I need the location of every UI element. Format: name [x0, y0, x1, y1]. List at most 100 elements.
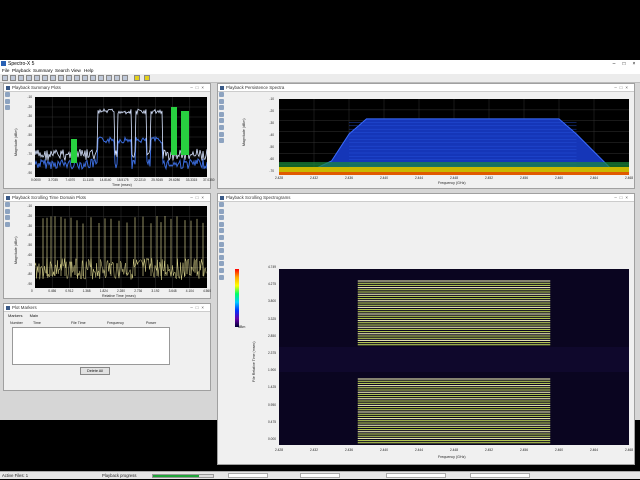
x-axis-label: Relative Time (msec): [102, 294, 136, 298]
spectrogram-plot-area[interactable]: [279, 269, 629, 445]
burst-marker: [181, 111, 189, 155]
panel-window-buttons[interactable]: –□×: [614, 195, 631, 200]
close-button[interactable]: ×: [628, 60, 640, 68]
x-tick-label: 22.2210: [134, 178, 146, 182]
x-tick-label: 2.448: [450, 448, 458, 452]
tool-icon[interactable]: [5, 92, 10, 97]
y-tick-label: 2.375: [268, 351, 276, 355]
column-time[interactable]: Time: [33, 321, 41, 325]
panel-window-buttons[interactable]: –□×: [614, 85, 631, 90]
delete-all-button[interactable]: Delete All: [80, 367, 110, 375]
x-tick-label: 14.8140: [99, 178, 112, 182]
tool-icon[interactable]: [219, 274, 224, 280]
step-back-icon[interactable]: [34, 75, 40, 81]
spectrogram-panel: Playback Scrolling Spectrograms –□× dBm …: [217, 193, 635, 465]
panel-window-buttons[interactable]: –□×: [190, 85, 207, 90]
progress-label: Playback progress: [102, 473, 137, 478]
y-tick-label: 1.425: [268, 385, 276, 390]
tool-icon[interactable]: [219, 92, 224, 97]
panel-icon: [6, 195, 10, 200]
tool-icon[interactable]: [219, 267, 224, 273]
application-window: Spectro-X 5 – □ × File Playback Summary …: [0, 60, 640, 479]
tool-icon[interactable]: [5, 202, 10, 207]
x-tick-label: 25.9245: [151, 178, 163, 182]
status-bar: Active Files: 1 Playback progress: [0, 471, 640, 479]
rewind-icon[interactable]: [58, 75, 64, 81]
column-file-time[interactable]: File Time: [71, 321, 86, 325]
panel-window-buttons[interactable]: –□×: [190, 305, 207, 310]
tool-icon[interactable]: [5, 221, 10, 227]
zoom-icon[interactable]: [82, 75, 88, 81]
tab-markers[interactable]: Markers: [8, 313, 22, 318]
tool-icon[interactable]: [219, 261, 224, 267]
y-tick-label: -50: [269, 145, 274, 149]
burst-marker: [171, 107, 177, 155]
noise-floor-green: [279, 162, 629, 167]
layout-icon[interactable]: [90, 75, 96, 81]
grid-icon[interactable]: [98, 75, 104, 81]
hazard-icon[interactable]: [134, 75, 140, 81]
print-icon[interactable]: [122, 75, 128, 81]
play-icon[interactable]: [10, 75, 16, 81]
tool-icon[interactable]: [219, 111, 224, 117]
persistence-plot-area[interactable]: [279, 99, 629, 175]
tool-icon[interactable]: [219, 118, 224, 124]
tool-icon[interactable]: [219, 208, 224, 214]
speed-icon[interactable]: [50, 75, 56, 81]
tool-icon[interactable]: [219, 124, 224, 130]
y-tick-label: -70: [269, 169, 274, 173]
tool-icon[interactable]: [219, 105, 224, 111]
title-bar: Spectro-X 5 – □ ×: [0, 60, 640, 68]
tool-icon[interactable]: [219, 202, 224, 207]
stop-icon[interactable]: [18, 75, 24, 81]
settings-icon[interactable]: [106, 75, 112, 81]
x-tick-label: 2.440: [380, 448, 388, 452]
panel-title: Playback Scrolling Spectrograms: [226, 195, 291, 200]
panel-window-buttons[interactable]: –□×: [190, 195, 207, 200]
tool-icon[interactable]: [5, 105, 10, 111]
y-ticks: 4.749 4.275 3.800 3.325 2.850 2.375 1.900 1.425…: [266, 265, 278, 441]
y-tick-label: -80: [27, 161, 32, 166]
forward-icon[interactable]: [66, 75, 72, 81]
marker-table[interactable]: [12, 327, 170, 365]
x-tick-label: 2.448: [450, 176, 458, 180]
time-domain-plot-area[interactable]: [35, 206, 207, 288]
tool-icon[interactable]: [219, 241, 224, 247]
radiation-icon[interactable]: [144, 75, 150, 81]
column-power[interactable]: Power: [146, 321, 156, 325]
open-file-icon[interactable]: [2, 75, 8, 81]
tool-icon[interactable]: [219, 131, 224, 137]
playback-progress-bar: [152, 473, 214, 478]
pause-icon[interactable]: [26, 75, 32, 81]
marker-icon[interactable]: [74, 75, 80, 81]
tool-icon[interactable]: [5, 215, 10, 221]
tool-icon[interactable]: [219, 248, 224, 254]
x-tick-label: 2.468: [625, 176, 633, 180]
tool-icon[interactable]: [219, 138, 224, 144]
x-tick-label: 2.440: [380, 176, 388, 180]
summary-plot-area[interactable]: [35, 97, 207, 177]
y-axis-label: Magnitude (dBm): [242, 118, 246, 146]
tool-icon[interactable]: [219, 254, 224, 260]
x-tick-label: 2.428: [275, 448, 283, 452]
x-tick-label: 29.6280: [168, 178, 181, 182]
y-tick-label: 3.325: [268, 316, 276, 321]
export-icon[interactable]: [114, 75, 120, 81]
x-tick-label: 3.192: [151, 289, 160, 293]
column-frequency[interactable]: Frequency: [107, 321, 124, 325]
tool-icon[interactable]: [5, 208, 10, 214]
tool-icon[interactable]: [5, 98, 10, 104]
x-tick-label: 2.456: [520, 448, 528, 452]
tool-icon[interactable]: [219, 215, 224, 221]
tool-icon[interactable]: [219, 221, 224, 227]
y-tick-label: -40: [27, 123, 32, 128]
tool-icon[interactable]: [219, 234, 224, 240]
y-axis-label: File Relative Time (msec): [252, 341, 256, 382]
x-tick-label: 18.5175: [117, 178, 129, 182]
tool-icon[interactable]: [219, 228, 224, 234]
tab-main[interactable]: Main: [30, 313, 39, 318]
step-forward-icon[interactable]: [42, 75, 48, 81]
column-number[interactable]: Number: [10, 321, 23, 325]
tool-icon[interactable]: [219, 98, 224, 104]
x-tick-label: 3.648: [168, 289, 177, 293]
